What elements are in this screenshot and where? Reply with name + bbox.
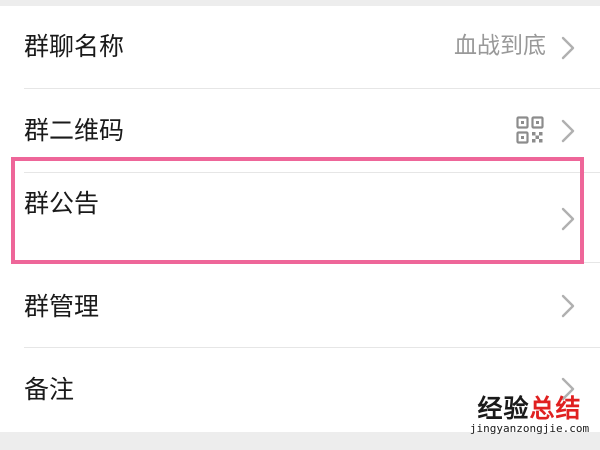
chevron-right-icon[interactable] bbox=[560, 118, 576, 144]
chevron-right-icon[interactable] bbox=[560, 206, 576, 232]
row-divider bbox=[24, 88, 600, 89]
group-name-label[interactable]: 群聊名称 bbox=[24, 34, 124, 59]
watermark-text: 经验 bbox=[477, 394, 530, 423]
chevron-right-icon[interactable] bbox=[560, 35, 576, 61]
chevron-right-icon[interactable] bbox=[560, 293, 576, 319]
top-background-strip bbox=[0, 0, 600, 6]
watermark-url: jingyanzongjie.com bbox=[469, 422, 590, 435]
group-name-value[interactable]: 血战到底 bbox=[454, 35, 546, 58]
watermark-accent-text: 总结 bbox=[529, 394, 582, 423]
group-management-label[interactable]: 群管理 bbox=[24, 294, 99, 319]
row-divider bbox=[24, 262, 600, 263]
row-divider bbox=[24, 172, 600, 173]
watermark: 经验总结 jingyanzongjie.com bbox=[459, 396, 600, 436]
remark-label[interactable]: 备注 bbox=[24, 377, 74, 402]
group-announcement-label[interactable]: 群公告 bbox=[24, 191, 99, 216]
qr-code-icon[interactable] bbox=[516, 116, 544, 144]
row-divider bbox=[24, 347, 600, 348]
group-qr-code-label[interactable]: 群二维码 bbox=[24, 118, 124, 143]
